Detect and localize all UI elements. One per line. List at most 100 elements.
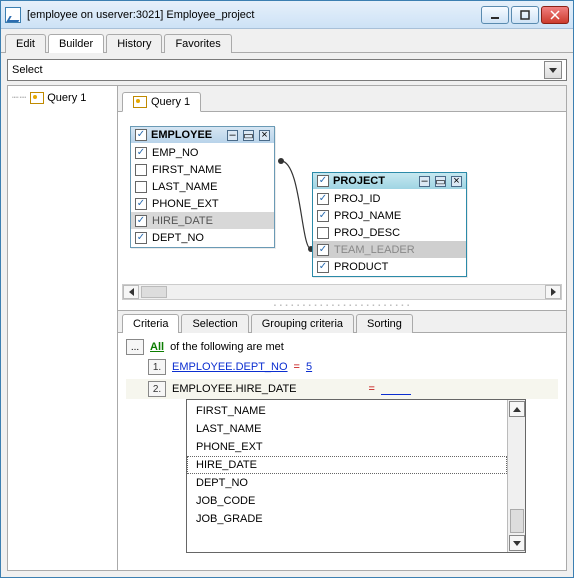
table-body-project: PROJ_ID PROJ_NAME PROJ_DESC TEAM_LEADER … [313, 189, 466, 276]
restore-icon[interactable]: ▭ [435, 176, 446, 187]
field-team-leader[interactable]: TEAM_LEADER [313, 241, 466, 258]
field-hire-date[interactable]: HIRE_DATE [131, 212, 274, 229]
dropdown-item[interactable]: PHONE_EXT [187, 438, 507, 456]
query-tabbar: Query 1 [118, 86, 566, 112]
checkbox-icon[interactable] [317, 210, 329, 222]
scroll-left-icon[interactable] [123, 285, 139, 299]
join-link[interactable] [275, 155, 315, 255]
query-tab-1[interactable]: Query 1 [122, 92, 201, 112]
checkbox-icon[interactable] [135, 198, 147, 210]
close-button[interactable] [541, 6, 569, 24]
dropdown-scrollbar[interactable] [507, 400, 525, 552]
field-phone-ext[interactable]: PHONE_EXT [131, 195, 274, 212]
dropdown-icon[interactable] [544, 61, 562, 79]
criteria-field[interactable]: EMPLOYEE.HIRE_DATE [172, 383, 297, 395]
builder-content: ┈┈ Query 1 Query 1 EMPLOYEE – [7, 85, 567, 571]
field-proj-name[interactable]: PROJ_NAME [313, 207, 466, 224]
criteria-row-1[interactable]: 1. EMPLOYEE.DEPT_NO = 5 [126, 359, 558, 375]
tab-history[interactable]: History [106, 34, 162, 53]
checkbox-icon[interactable] [135, 129, 147, 141]
scroll-up-icon[interactable] [509, 401, 525, 417]
field-dept-no[interactable]: DEPT_NO [131, 229, 274, 246]
checkbox-icon[interactable] [317, 175, 329, 187]
tree-item-query1[interactable]: ┈┈ Query 1 [10, 90, 115, 105]
canvas-hscrollbar[interactable] [122, 284, 562, 300]
field-first-name[interactable]: FIRST_NAME [131, 161, 274, 178]
query-tree[interactable]: ┈┈ Query 1 [8, 86, 118, 570]
field-emp-no[interactable]: EMP_NO [131, 144, 274, 161]
builder-right-panel: Query 1 EMPLOYEE – ▭ × EMP_NO FIRST_NAM [118, 86, 566, 570]
checkbox-icon[interactable] [317, 193, 329, 205]
maximize-button[interactable] [511, 6, 539, 24]
field-dropdown-list[interactable]: FIRST_NAME LAST_NAME PHONE_EXT HIRE_DATE… [186, 399, 526, 553]
dropdown-item[interactable]: JOB_GRADE [187, 510, 507, 528]
statement-type-text: Select [12, 64, 544, 76]
dropdown-item[interactable]: DEPT_NO [187, 474, 507, 492]
row-number[interactable]: 2. [148, 381, 166, 397]
diagram-canvas[interactable]: EMPLOYEE – ▭ × EMP_NO FIRST_NAME LAST_NA… [118, 112, 566, 302]
criteria-logic-all[interactable]: All [150, 341, 164, 353]
close-icon[interactable]: × [451, 176, 462, 187]
field-proj-desc[interactable]: PROJ_DESC [313, 224, 466, 241]
criteria-body: ... All of the following are met 1. EMPL… [118, 333, 566, 570]
dropdown-item[interactable]: LAST_NAME [187, 420, 507, 438]
checkbox-icon[interactable] [317, 244, 329, 256]
row-number[interactable]: 1. [148, 359, 166, 375]
criteria-tabbar: Criteria Selection Grouping criteria Sor… [118, 311, 566, 333]
minimize-button[interactable] [481, 6, 509, 24]
field-last-name[interactable]: LAST_NAME [131, 178, 274, 195]
criteria-operator[interactable]: = [369, 383, 375, 395]
close-icon[interactable]: × [259, 130, 270, 141]
scroll-down-icon[interactable] [509, 535, 525, 551]
scroll-right-icon[interactable] [545, 285, 561, 299]
tree-item-label: Query 1 [47, 92, 86, 104]
table-project[interactable]: PROJECT – ▭ × PROJ_ID PROJ_NAME PROJ_DES… [312, 172, 467, 277]
dropdown-item[interactable]: FIRST_NAME [187, 402, 507, 420]
tree-connector: ┈┈ [12, 91, 27, 104]
tab-sorting[interactable]: Sorting [356, 314, 413, 333]
minimize-icon[interactable]: – [227, 130, 238, 141]
tab-favorites[interactable]: Favorites [164, 34, 231, 53]
titlebar[interactable]: [employee on userver:3021] Employee_proj… [1, 1, 573, 29]
criteria-field[interactable]: EMPLOYEE.DEPT_NO [172, 361, 288, 373]
statement-type-selector[interactable]: Select [7, 59, 567, 81]
criteria-header-row: ... All of the following are met [126, 339, 558, 355]
minimize-icon[interactable]: – [419, 176, 430, 187]
table-header-project[interactable]: PROJECT – ▭ × [313, 173, 466, 189]
table-header-employee[interactable]: EMPLOYEE – ▭ × [131, 127, 274, 143]
scroll-thumb[interactable] [510, 509, 524, 533]
criteria-operator[interactable]: = [294, 361, 300, 373]
checkbox-icon[interactable] [317, 261, 329, 273]
criteria-pane: Criteria Selection Grouping criteria Sor… [118, 310, 566, 570]
checkbox-icon[interactable] [317, 227, 329, 239]
query-icon [30, 92, 44, 104]
table-title: EMPLOYEE [151, 129, 222, 141]
criteria-value[interactable]: 5 [306, 361, 312, 373]
splitter[interactable]: ▪ ▪ ▪ ▪ ▪ ▪ ▪ ▪ ▪ ▪ ▪ ▪ ▪ ▪ ▪ ▪ ▪ ▪ ▪ ▪ … [118, 302, 566, 310]
dropdown-item[interactable]: JOB_CODE [187, 492, 507, 510]
tab-edit[interactable]: Edit [5, 34, 46, 53]
checkbox-icon[interactable] [135, 215, 147, 227]
table-body-employee: EMP_NO FIRST_NAME LAST_NAME PHONE_EXT HI… [131, 143, 274, 247]
app-icon [5, 7, 21, 23]
criteria-value-empty[interactable] [381, 383, 411, 395]
field-product[interactable]: PRODUCT [313, 258, 466, 275]
checkbox-icon[interactable] [135, 147, 147, 159]
main-tabbar: Edit Builder History Favorites [1, 29, 573, 53]
tab-criteria[interactable]: Criteria [122, 314, 179, 333]
query-tab-label: Query 1 [151, 96, 190, 108]
table-title: PROJECT [333, 175, 414, 187]
tab-builder[interactable]: Builder [48, 34, 104, 53]
checkbox-icon[interactable] [135, 181, 147, 193]
table-employee[interactable]: EMPLOYEE – ▭ × EMP_NO FIRST_NAME LAST_NA… [130, 126, 275, 248]
criteria-row-2[interactable]: 2. EMPLOYEE.HIRE_DATE = [126, 379, 558, 399]
field-proj-id[interactable]: PROJ_ID [313, 190, 466, 207]
ellipsis-button[interactable]: ... [126, 339, 144, 355]
tab-grouping[interactable]: Grouping criteria [251, 314, 354, 333]
checkbox-icon[interactable] [135, 164, 147, 176]
restore-icon[interactable]: ▭ [243, 130, 254, 141]
tab-selection[interactable]: Selection [181, 314, 248, 333]
scroll-thumb[interactable] [141, 286, 167, 298]
checkbox-icon[interactable] [135, 232, 147, 244]
dropdown-item[interactable]: HIRE_DATE [187, 456, 507, 474]
